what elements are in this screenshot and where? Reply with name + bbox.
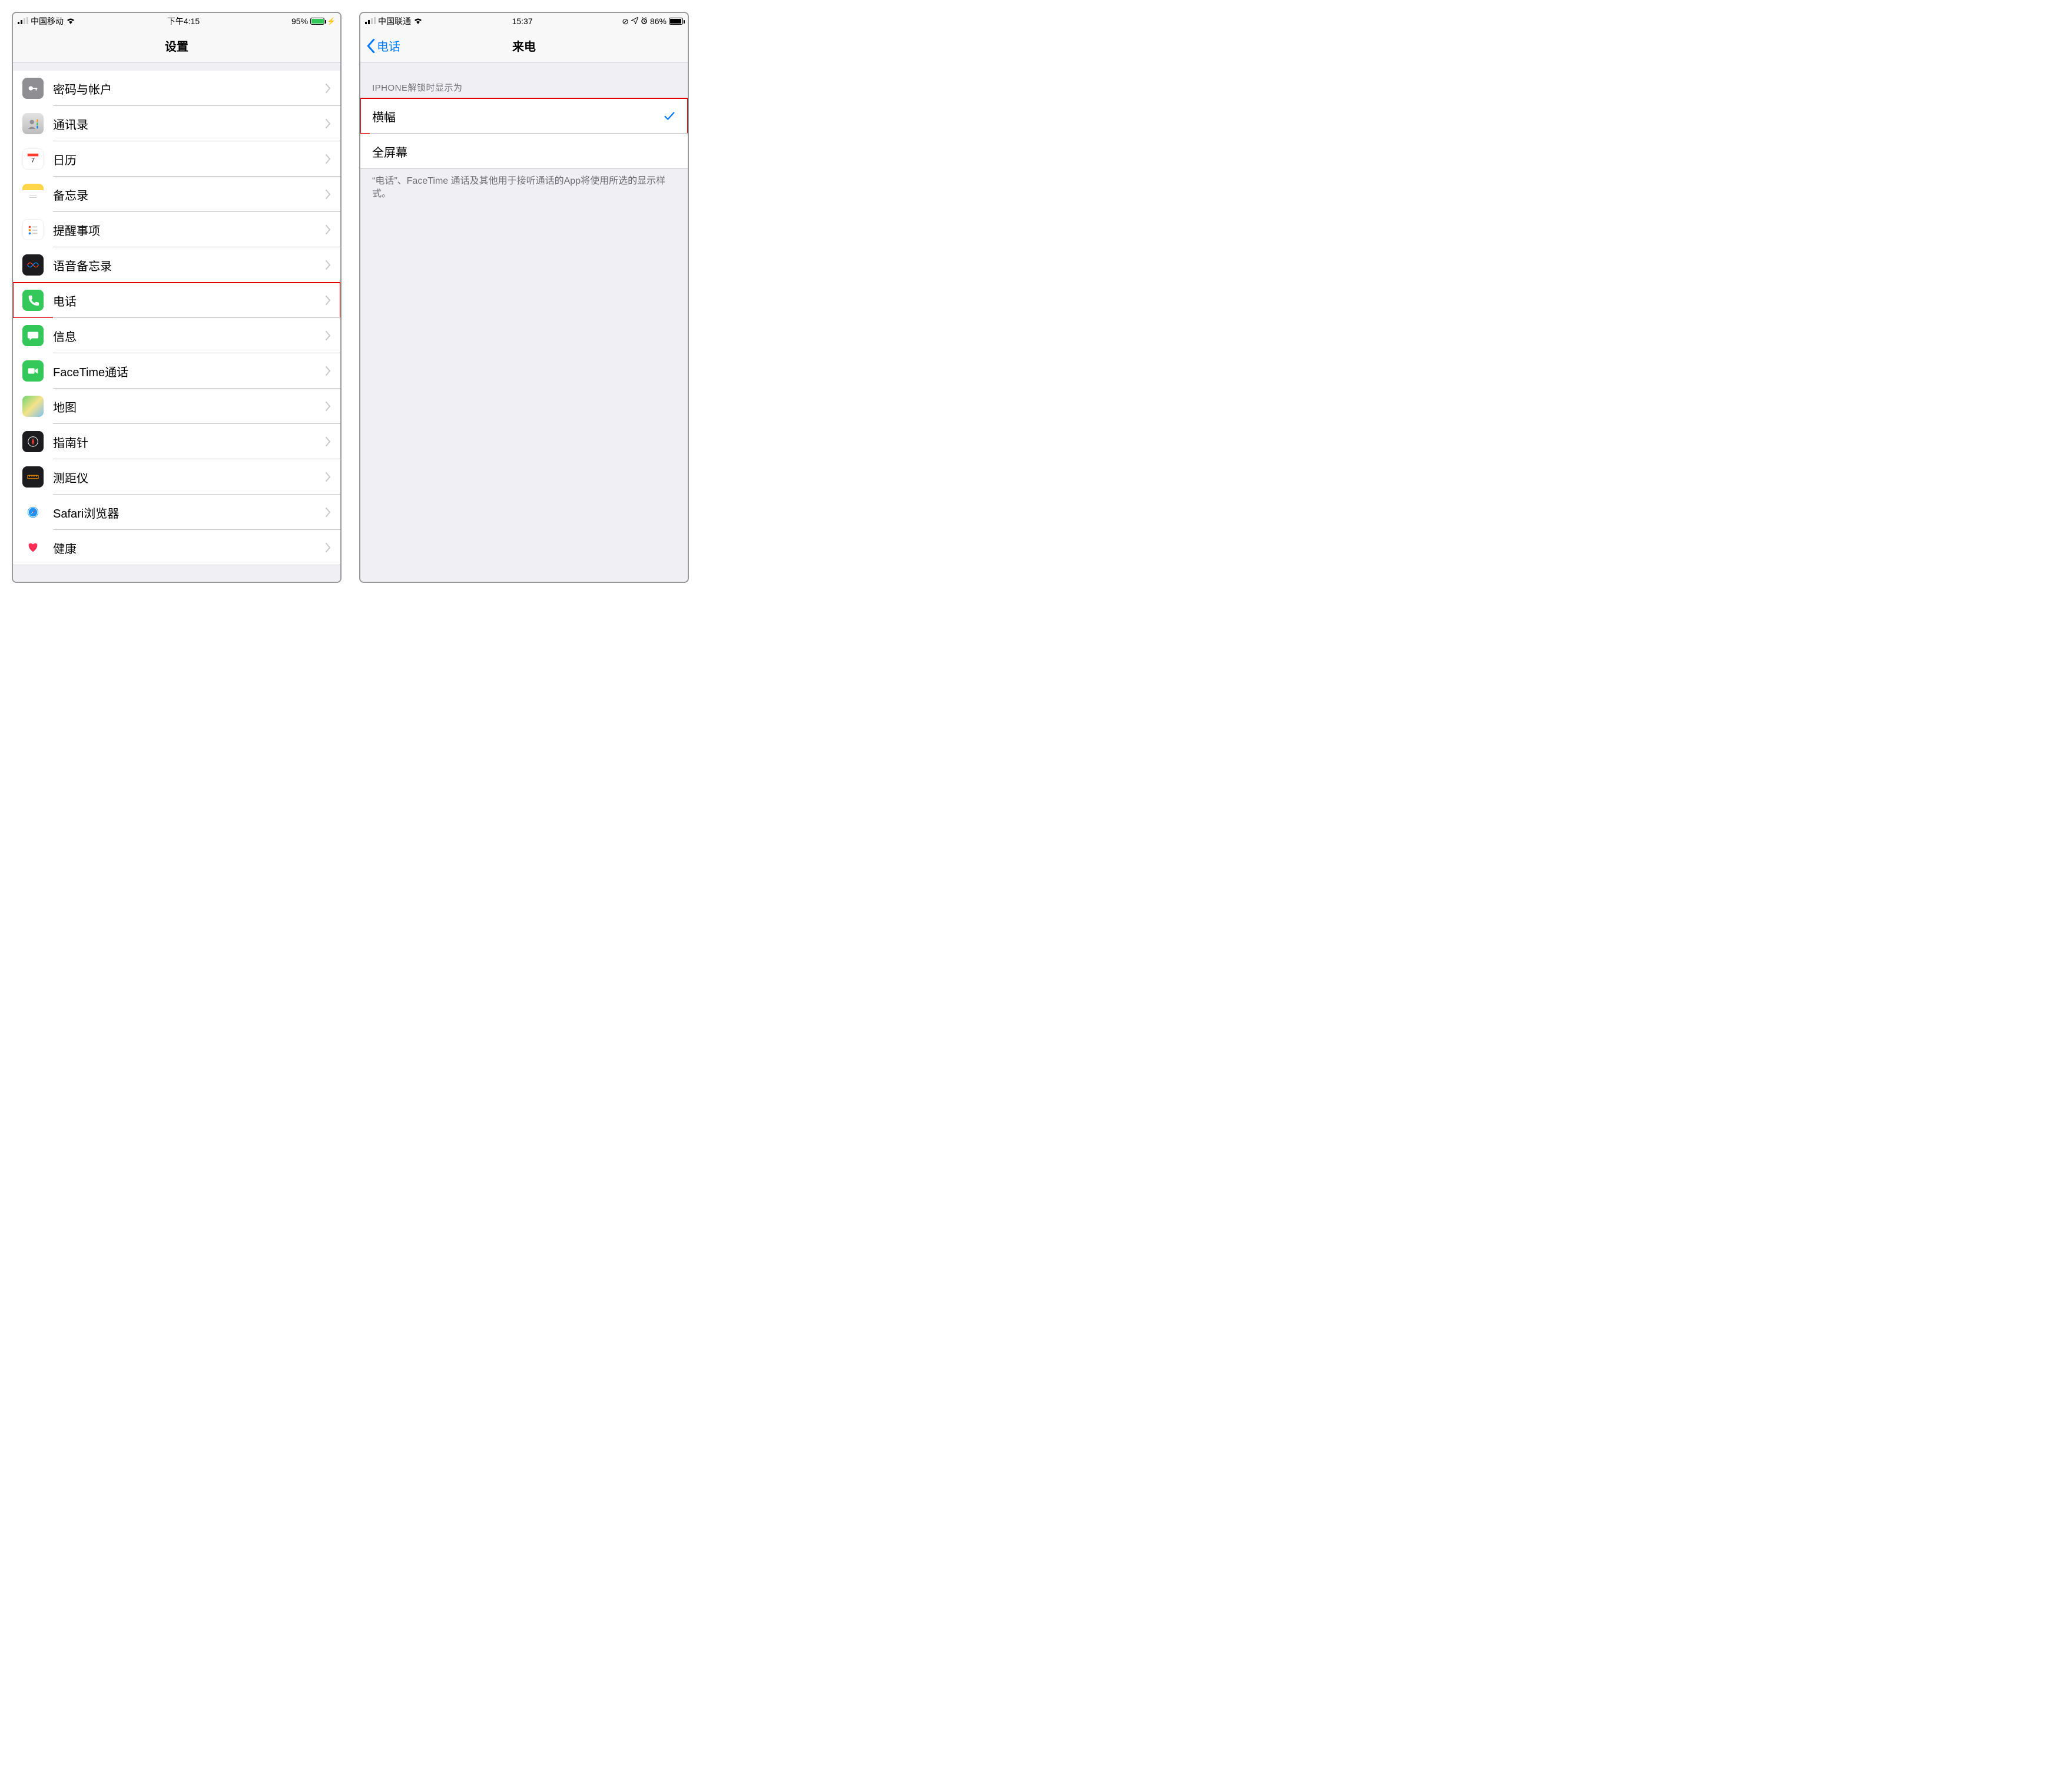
battery-pct-label: 95% xyxy=(291,16,308,26)
carrier-label: 中国联通 xyxy=(378,15,411,27)
option-label: 横幅 xyxy=(372,108,663,125)
nav-bar: 电话 来电 xyxy=(360,29,688,62)
cell-label: 备忘录 xyxy=(53,186,325,203)
cell-measure[interactable]: 测距仪 xyxy=(13,459,340,495)
back-label: 电话 xyxy=(377,37,400,54)
cell-label: 信息 xyxy=(53,327,325,344)
cell-contacts[interactable]: 通讯录 xyxy=(13,106,340,141)
checkmark-icon xyxy=(663,110,676,122)
alarm-icon xyxy=(641,16,648,26)
cell-compass[interactable]: 指南针 xyxy=(13,424,340,459)
clock-label: 15:37 xyxy=(423,16,622,26)
rotation-lock-icon: ⊘ xyxy=(622,16,629,26)
nav-bar: 设置 xyxy=(13,29,340,62)
settings-screen: 中国移动 下午4:15 95% ⚡ 设置 密码与帐户通讯录 7 日历备忘录提醒事项语… xyxy=(12,12,342,583)
chevron-right-icon xyxy=(325,543,331,552)
cell-maps[interactable]: 地图 xyxy=(13,389,340,424)
maps-icon xyxy=(22,396,44,417)
cell-label: 地图 xyxy=(53,398,325,415)
chevron-right-icon xyxy=(325,190,331,199)
wifi-icon xyxy=(413,16,423,26)
measure-icon xyxy=(22,466,44,488)
option-label: 全屏幕 xyxy=(372,143,688,160)
nav-title: 来电 xyxy=(512,37,536,54)
cell-label: 日历 xyxy=(53,151,325,168)
cell-health[interactable]: 健康 xyxy=(13,530,340,565)
health-icon xyxy=(22,537,44,558)
location-icon xyxy=(631,16,638,26)
signal-icon xyxy=(18,16,28,26)
chevron-right-icon xyxy=(325,84,331,93)
cell-label: Safari浏览器 xyxy=(53,504,325,521)
cell-passwords[interactable]: 密码与帐户 xyxy=(13,71,340,106)
calendar-icon: 7 xyxy=(22,148,44,170)
contacts-icon xyxy=(22,113,44,134)
cell-reminders[interactable]: 提醒事项 xyxy=(13,212,340,247)
nav-title: 设置 xyxy=(165,37,188,54)
chevron-right-icon xyxy=(325,296,331,305)
status-bar: 中国移动 下午4:15 95% ⚡ xyxy=(13,13,340,29)
options-list: IPHONE解锁时显示为 横幅全屏幕 “电话”、FaceTime 通话及其他用于… xyxy=(360,62,688,582)
group-header: IPHONE解锁时显示为 xyxy=(360,62,688,98)
chevron-right-icon xyxy=(325,331,331,340)
cell-label: FaceTime通话 xyxy=(53,363,325,380)
chevron-right-icon xyxy=(325,472,331,482)
chevron-right-icon xyxy=(325,366,331,376)
compass-icon xyxy=(22,431,44,452)
chevron-right-icon xyxy=(325,508,331,517)
cell-label: 指南针 xyxy=(53,433,325,450)
cell-label: 密码与帐户 xyxy=(53,80,325,97)
facetime-icon xyxy=(22,360,44,382)
cell-notes[interactable]: 备忘录 xyxy=(13,177,340,212)
option-fullscreen[interactable]: 全屏幕 xyxy=(360,134,688,169)
back-button[interactable]: 电话 xyxy=(366,37,400,54)
cell-messages[interactable]: 信息 xyxy=(13,318,340,353)
carrier-label: 中国移动 xyxy=(31,15,64,27)
chevron-right-icon xyxy=(325,402,331,411)
safari-icon xyxy=(22,502,44,523)
wifi-icon xyxy=(66,16,75,26)
reminders-icon xyxy=(22,219,44,240)
battery-pct-label: 86% xyxy=(650,16,667,26)
cell-label: 提醒事项 xyxy=(53,221,325,238)
cell-phone[interactable]: 电话 xyxy=(13,283,340,318)
battery-icon xyxy=(669,18,683,25)
cell-facetime[interactable]: FaceTime通话 xyxy=(13,353,340,389)
cell-label: 电话 xyxy=(53,292,325,309)
group-footer: “电话”、FaceTime 通话及其他用于接听通话的App将使用所选的显示样式。 xyxy=(360,169,688,201)
cell-label: 健康 xyxy=(53,539,325,556)
chevron-right-icon xyxy=(325,437,331,446)
chevron-right-icon xyxy=(325,260,331,270)
battery-icon xyxy=(310,18,324,25)
charging-icon: ⚡ xyxy=(327,17,336,25)
messages-icon xyxy=(22,325,44,346)
phone-icon xyxy=(22,290,44,311)
chevron-right-icon xyxy=(325,154,331,164)
chevron-right-icon xyxy=(325,119,331,128)
signal-icon xyxy=(365,16,376,26)
notes-icon xyxy=(22,184,44,205)
clock-label: 下午4:15 xyxy=(75,15,291,27)
cell-safari[interactable]: Safari浏览器 xyxy=(13,495,340,530)
chevron-right-icon xyxy=(325,225,331,234)
svg-text:7: 7 xyxy=(31,157,35,164)
settings-list[interactable]: 密码与帐户通讯录 7 日历备忘录提醒事项语音备忘录电话信息 FaceTime通话地图指… xyxy=(13,62,340,582)
cell-voicememos[interactable]: 语音备忘录 xyxy=(13,247,340,283)
option-banner[interactable]: 横幅 xyxy=(360,98,688,134)
passwords-icon xyxy=(22,78,44,99)
voicememos-icon xyxy=(22,254,44,276)
cell-label: 测距仪 xyxy=(53,469,325,486)
cell-label: 语音备忘录 xyxy=(53,257,325,274)
cell-calendar[interactable]: 7 日历 xyxy=(13,141,340,177)
status-bar: 中国联通 15:37 ⊘ 86% xyxy=(360,13,688,29)
incoming-call-settings-screen: 中国联通 15:37 ⊘ 86% 电话 来电 IPHONE解锁时显示为 横幅全屏… xyxy=(359,12,689,583)
cell-label: 通讯录 xyxy=(53,115,325,132)
